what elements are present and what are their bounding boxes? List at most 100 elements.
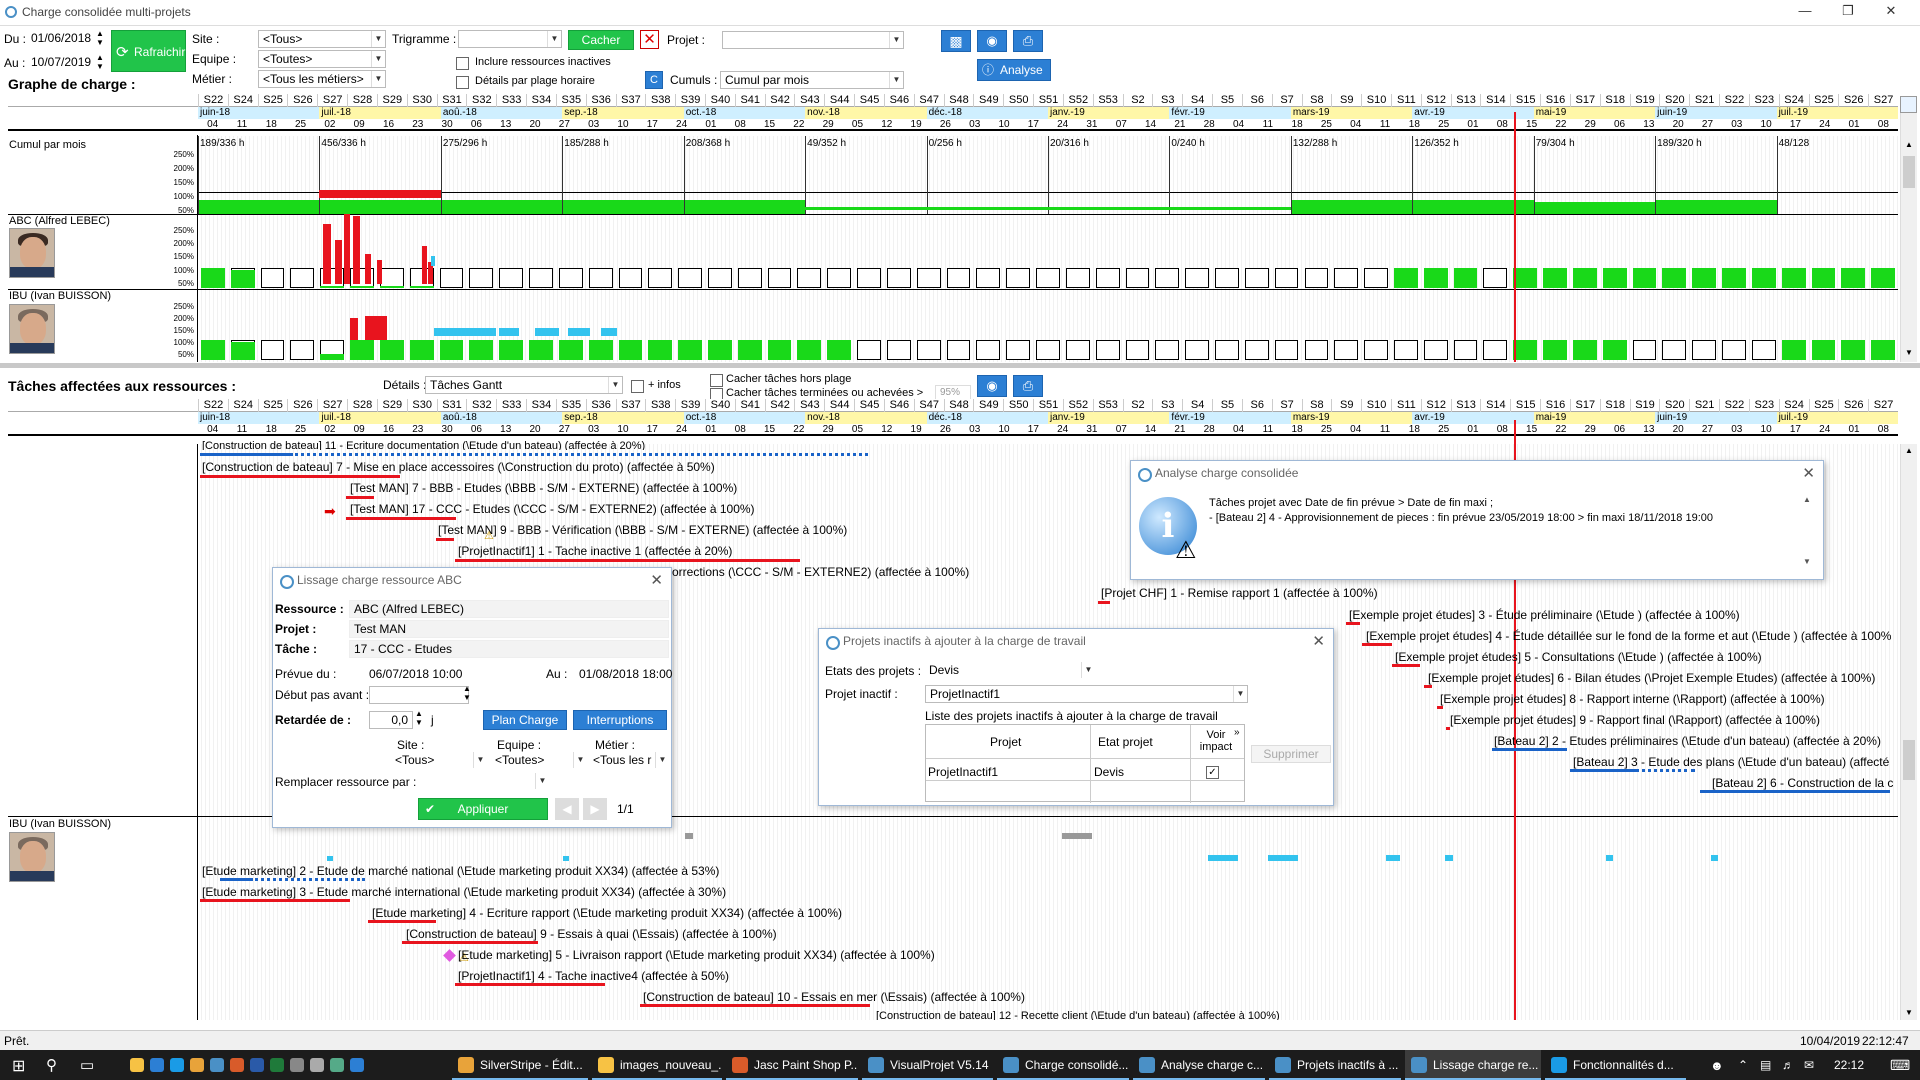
details-plage-checkbox[interactable] <box>456 76 469 89</box>
task-bar[interactable] <box>1492 748 1567 751</box>
taskbar-item[interactable]: SilverStripe - Édit... <box>452 1050 588 1080</box>
task-label[interactable]: [Bateau 2] 6 - Construction de la c <box>1712 776 1893 790</box>
notification-icon[interactable]: ⌨ <box>1890 1057 1910 1074</box>
minimize-button[interactable]: — <box>1790 3 1820 21</box>
task-label[interactable]: [Construction de bateau] 12 - Recette cl… <box>876 1010 1280 1020</box>
splitter[interactable] <box>0 363 1920 368</box>
task-label[interactable]: [Exemple projet études] 6 - Bilan études… <box>1428 671 1875 685</box>
task-label[interactable]: [Exemple projet études] 8 - Rapport inte… <box>1440 692 1825 706</box>
chart-icon-button[interactable]: ▩ <box>941 30 971 52</box>
du-date-input[interactable]: 01/06/2018 <box>27 30 99 48</box>
tray-chevron-icon[interactable]: ⌃ <box>1738 1058 1748 1072</box>
hide-out-checkbox[interactable] <box>710 374 723 387</box>
task-bar[interactable] <box>200 475 400 478</box>
task-label[interactable]: [Exemple projet études] 3 - Étude prélim… <box>1349 608 1740 622</box>
camera-icon-button[interactable]: ◉ <box>977 30 1007 52</box>
row-etat[interactable]: Devis <box>1094 765 1124 779</box>
task-bar[interactable] <box>1346 622 1360 625</box>
print-icon-button[interactable]: ⎙ <box>1013 30 1043 52</box>
task-bar[interactable] <box>640 1004 870 1007</box>
task-bar[interactable] <box>1437 706 1443 709</box>
task-bar[interactable] <box>1570 769 1635 772</box>
paint-icon[interactable] <box>230 1058 244 1072</box>
inclure-inactives-checkbox[interactable] <box>456 57 469 70</box>
lissage-close-button[interactable]: ✕ <box>650 571 663 589</box>
task-view-icon[interactable]: ▭ <box>80 1056 94 1074</box>
task-label[interactable]: [Test MAN] 7 - BBB - Etudes (\BBB - S/M … <box>350 481 737 495</box>
task-bar[interactable] <box>346 496 374 499</box>
task-label[interactable]: [Projet CHF] 1 - Remise rapport 1 (affec… <box>1101 586 1378 600</box>
people-icon[interactable]: ☻ <box>1710 1058 1724 1073</box>
app2-icon[interactable] <box>310 1058 324 1072</box>
task-label[interactable]: [Etude marketing] 5 - Livraison rapport … <box>458 948 935 962</box>
task-bar[interactable] <box>1446 727 1450 730</box>
task-bar[interactable] <box>1098 601 1110 604</box>
tasks-scrollbar[interactable]: ▲ ▼ <box>1900 444 1917 1020</box>
du-spin-icon[interactable]: ▲ ▼ <box>96 29 104 47</box>
maximize-button[interactable]: ❐ <box>1833 3 1863 21</box>
task-label[interactable]: [Construction de bateau] 7 - Mise en pla… <box>202 460 715 474</box>
task-bar[interactable] <box>1392 664 1420 667</box>
task-label[interactable]: [Etude marketing] 3 - Etude marché inter… <box>202 885 726 899</box>
col-etat[interactable]: Etat projet <box>1098 735 1153 749</box>
equipe-select[interactable]: <Toutes> ▼ <box>258 50 386 68</box>
projet-select[interactable]: ▼ <box>722 31 904 49</box>
task-bar[interactable] <box>368 920 436 923</box>
folder-icon[interactable] <box>130 1058 144 1072</box>
task-label[interactable]: [Etude marketing] 2 - Etude de marché na… <box>202 864 719 878</box>
analyse-scroll-down-icon[interactable]: ▼ <box>1803 557 1811 566</box>
expand-icon[interactable]: » <box>1234 727 1240 738</box>
metier-select[interactable]: <Tous les métiers> ▼ <box>258 70 386 88</box>
lissage-equipe-select[interactable]: <Toutes> ▼ <box>491 752 587 770</box>
col-voir[interactable]: Voir impact <box>1194 729 1238 753</box>
task-label[interactable]: [Test MAN] 9 - BBB - Vérification (\BBB … <box>438 523 847 537</box>
taskbar-item[interactable]: VisualProjet V5.14 <box>862 1050 993 1080</box>
close-button[interactable]: ✕ <box>1876 3 1906 21</box>
taskbar-item[interactable]: images_nouveau_... <box>592 1050 722 1080</box>
lissage-site-select[interactable]: <Tous> ▼ <box>391 752 487 770</box>
task-label[interactable]: [Exemple projet études] 5 - Consultation… <box>1395 650 1762 664</box>
etats-select[interactable]: Devis ▼ <box>925 662 1095 680</box>
row-projet[interactable]: ProjetInactif1 <box>928 765 998 779</box>
task-bar[interactable] <box>455 559 800 562</box>
graph-scrollbar[interactable]: ▲ ▼ <box>1900 112 1917 362</box>
task-label[interactable]: [ProjetInactif1] 4 - Tache inactive4 (af… <box>458 969 729 983</box>
mail-icon[interactable] <box>150 1058 164 1072</box>
plan-charge-button[interactable]: Plan Charge <box>483 710 567 730</box>
store-icon[interactable] <box>210 1058 224 1072</box>
task-label[interactable]: [Bateau 2] 3 - Etude des plans (\Etude d… <box>1573 755 1889 769</box>
excel-icon[interactable] <box>270 1058 284 1072</box>
windows-start-icon[interactable]: ⊞ <box>12 1056 25 1076</box>
retard-spin-icon[interactable]: ▲ ▼ <box>415 709 423 727</box>
projet-inactif-select[interactable]: ProjetInactif1 ▼ <box>925 685 1248 703</box>
message-icon[interactable]: ✉ <box>1804 1058 1814 1072</box>
task-label[interactable]: [Exemple projet études] 4 - Étude détail… <box>1366 629 1891 643</box>
debut-spin-icon[interactable]: ▲ ▼ <box>463 684 471 702</box>
edge-icon[interactable] <box>170 1058 184 1072</box>
taskbar-item[interactable]: Projets inactifs à ... <box>1269 1050 1401 1080</box>
task-bar[interactable] <box>436 538 454 541</box>
debut-input[interactable] <box>369 686 469 704</box>
trigramme-select[interactable]: ▼ <box>458 30 562 48</box>
inactifs-close-button[interactable]: ✕ <box>1312 632 1325 650</box>
voir-impact-checkbox[interactable]: ✓ <box>1206 766 1219 779</box>
taskbar-item[interactable]: Lissage charge re... <box>1405 1050 1541 1080</box>
taskbar-item[interactable]: Charge consolidé... <box>997 1050 1129 1080</box>
task-bar[interactable] <box>1424 685 1432 688</box>
analyse-close-button[interactable]: ✕ <box>1802 464 1815 482</box>
cumuls-select[interactable]: Cumul par mois ▼ <box>720 71 904 89</box>
tasks-print-button[interactable]: ⎙ <box>1013 375 1043 397</box>
next-icon[interactable]: ▶ <box>583 798 607 820</box>
infos-checkbox[interactable] <box>631 380 644 393</box>
cumul-icon[interactable]: C <box>645 71 663 89</box>
task-label[interactable]: [ProjetInactif1] 1 - Tache inactive 1 (a… <box>458 544 732 558</box>
retard-input[interactable]: 0,0 <box>369 711 413 729</box>
app1-icon[interactable] <box>290 1058 304 1072</box>
site-select[interactable]: <Tous> ▼ <box>258 30 386 48</box>
task-label[interactable]: [Etude marketing] 4 - Ecriture rapport (… <box>372 906 842 920</box>
task-bar[interactable] <box>220 878 250 881</box>
clear-icon[interactable]: ✕ <box>640 30 659 49</box>
grid-view-icon[interactable] <box>1900 96 1917 113</box>
au-spin-icon[interactable]: ▲ ▼ <box>96 53 104 71</box>
task-label[interactable]: [Construction de bateau] 10 - Essais en … <box>643 990 1025 1004</box>
